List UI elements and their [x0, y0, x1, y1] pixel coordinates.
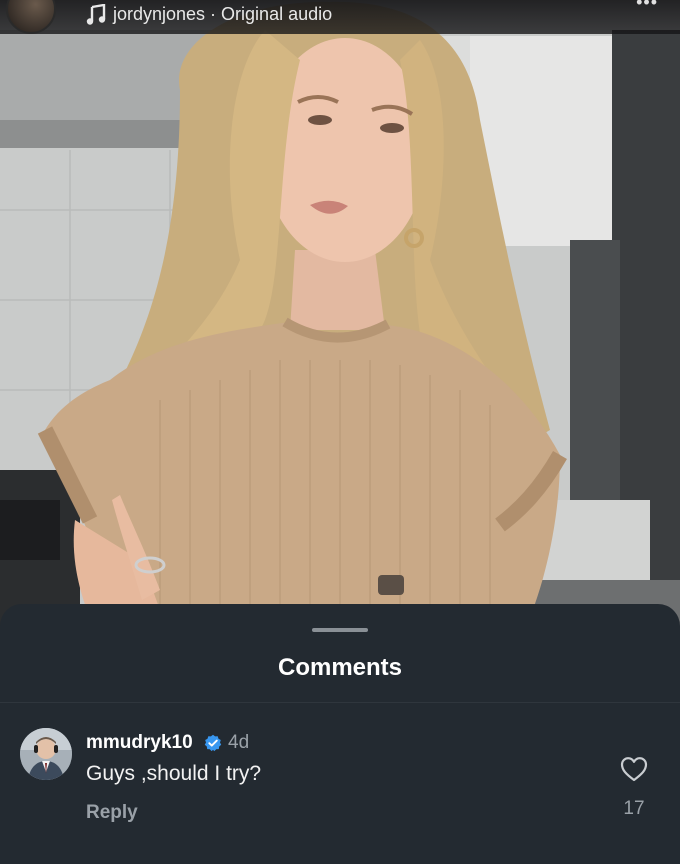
like-count: 17: [623, 798, 645, 819]
comments-sheet: Comments mmudryk10 4d Guys ,should I try…: [0, 604, 680, 864]
comment-time: 4d: [228, 732, 250, 753]
video-scene: [0, 0, 680, 640]
divider: [0, 702, 680, 703]
comment-item: mmudryk10 4d Guys ,should I try? Reply 1…: [0, 722, 680, 832]
avatar-image: [20, 728, 72, 780]
sheet-drag-handle[interactable]: [312, 628, 368, 632]
music-note-icon: [86, 4, 106, 25]
comment-text: Guys ,should I try?: [86, 762, 262, 785]
reply-button[interactable]: Reply: [86, 802, 138, 824]
heart-outline-icon[interactable]: [620, 756, 648, 782]
sheet-title: Comments: [277, 654, 403, 681]
audio-bar[interactable]: jordynjones · Original audio •••: [0, 0, 680, 34]
comment-username[interactable]: mmudryk10: [86, 732, 193, 754]
audio-label[interactable]: jordynjones · Original audio: [113, 4, 332, 25]
creator-avatar[interactable]: [6, 0, 56, 34]
more-dots-icon[interactable]: •••: [636, 0, 658, 13]
verified-badge-icon: [204, 734, 222, 752]
reel-video[interactable]: [0, 0, 680, 640]
commenter-avatar[interactable]: [20, 728, 72, 780]
